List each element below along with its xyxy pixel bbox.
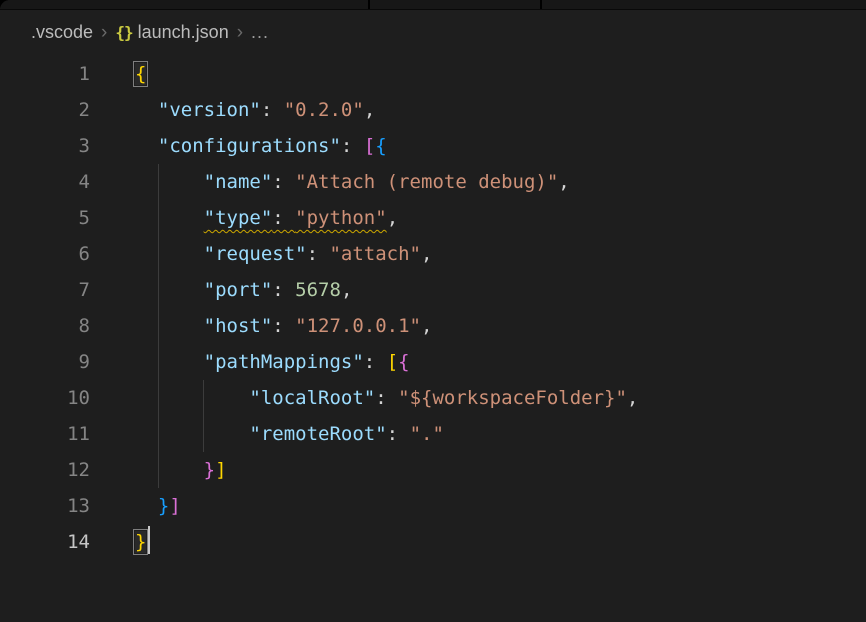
code-line-content: "name": "Attach (remote debug)", bbox=[135, 164, 570, 200]
indent-guide bbox=[158, 164, 159, 200]
code-line[interactable]: 14} bbox=[0, 524, 866, 560]
code-line[interactable]: 11 "remoteRoot": "." bbox=[0, 416, 866, 452]
code-line-content: "request": "attach", bbox=[135, 236, 432, 272]
code-line[interactable]: 12 }] bbox=[0, 452, 866, 488]
indent-guide bbox=[203, 416, 204, 452]
line-number[interactable]: 12 bbox=[0, 452, 90, 488]
indent-guide bbox=[158, 200, 159, 236]
code-line[interactable]: 6 "request": "attach", bbox=[0, 236, 866, 272]
code-editor[interactable]: 1{2 "version": "0.2.0",3 "configurations… bbox=[0, 54, 866, 560]
editor-window: .vscode › {} launch.json › ... 1{2 "vers… bbox=[0, 0, 866, 622]
indent-guide bbox=[203, 380, 204, 416]
code-line-content: "type": "python", bbox=[135, 200, 398, 236]
code-line-content: "localRoot": "${workspaceFolder}", bbox=[135, 380, 638, 416]
code-line-content: }] bbox=[135, 452, 227, 488]
code-line[interactable]: 5 "type": "python", bbox=[0, 200, 866, 236]
breadcrumb-symbols[interactable]: ... bbox=[251, 22, 269, 43]
indent-guide bbox=[158, 272, 159, 308]
breadcrumb-folder[interactable]: .vscode bbox=[31, 22, 93, 43]
line-number[interactable]: 6 bbox=[0, 236, 90, 272]
code-line[interactable]: 9 "pathMappings": [{ bbox=[0, 344, 866, 380]
line-number[interactable]: 2 bbox=[0, 92, 90, 128]
code-line-content: } bbox=[135, 524, 150, 560]
code-line-content: }] bbox=[135, 488, 181, 524]
indent-guide bbox=[158, 308, 159, 344]
indent-guide bbox=[158, 236, 159, 272]
code-line[interactable]: 3 "configurations": [{ bbox=[0, 128, 866, 164]
code-line-content: "remoteRoot": "." bbox=[135, 416, 444, 452]
chevron-right-icon: › bbox=[237, 23, 243, 42]
code-line-content: "host": "127.0.0.1", bbox=[135, 308, 432, 344]
code-line[interactable]: 13 }] bbox=[0, 488, 866, 524]
breadcrumb: .vscode › {} launch.json › ... bbox=[0, 10, 866, 54]
line-number[interactable]: 1 bbox=[0, 56, 90, 92]
tab-divider bbox=[368, 0, 370, 9]
line-number[interactable]: 5 bbox=[0, 200, 90, 236]
code-line-content: { bbox=[135, 56, 146, 92]
line-number[interactable]: 9 bbox=[0, 344, 90, 380]
indent-guide bbox=[158, 380, 159, 416]
line-number[interactable]: 4 bbox=[0, 164, 90, 200]
tab-divider bbox=[540, 0, 542, 9]
code-lines: 1{2 "version": "0.2.0",3 "configurations… bbox=[0, 56, 866, 560]
code-line-content: "configurations": [{ bbox=[135, 128, 387, 164]
code-line[interactable]: 8 "host": "127.0.0.1", bbox=[0, 308, 866, 344]
chevron-right-icon: › bbox=[101, 23, 107, 42]
text-cursor bbox=[148, 526, 150, 554]
code-line-content: "pathMappings": [{ bbox=[135, 344, 410, 380]
indent-guide bbox=[158, 344, 159, 380]
code-line[interactable]: 2 "version": "0.2.0", bbox=[0, 92, 866, 128]
line-number[interactable]: 13 bbox=[0, 488, 90, 524]
editor-tab-bar[interactable] bbox=[0, 0, 866, 10]
line-number[interactable]: 11 bbox=[0, 416, 90, 452]
code-line[interactable]: 4 "name": "Attach (remote debug)", bbox=[0, 164, 866, 200]
breadcrumb-file[interactable]: {} launch.json bbox=[115, 22, 228, 43]
line-number[interactable]: 8 bbox=[0, 308, 90, 344]
code-line-content: "port": 5678, bbox=[135, 272, 352, 308]
json-braces-icon: {} bbox=[115, 23, 132, 42]
line-number[interactable]: 14 bbox=[0, 524, 90, 560]
line-number[interactable]: 10 bbox=[0, 380, 90, 416]
code-line[interactable]: 7 "port": 5678, bbox=[0, 272, 866, 308]
line-number[interactable]: 7 bbox=[0, 272, 90, 308]
indent-guide bbox=[158, 416, 159, 452]
indent-guide bbox=[158, 452, 159, 488]
code-line[interactable]: 10 "localRoot": "${workspaceFolder}", bbox=[0, 380, 866, 416]
breadcrumb-file-label: launch.json bbox=[138, 22, 229, 43]
code-line-content: "version": "0.2.0", bbox=[135, 92, 375, 128]
line-number[interactable]: 3 bbox=[0, 128, 90, 164]
code-line[interactable]: 1{ bbox=[0, 56, 866, 92]
